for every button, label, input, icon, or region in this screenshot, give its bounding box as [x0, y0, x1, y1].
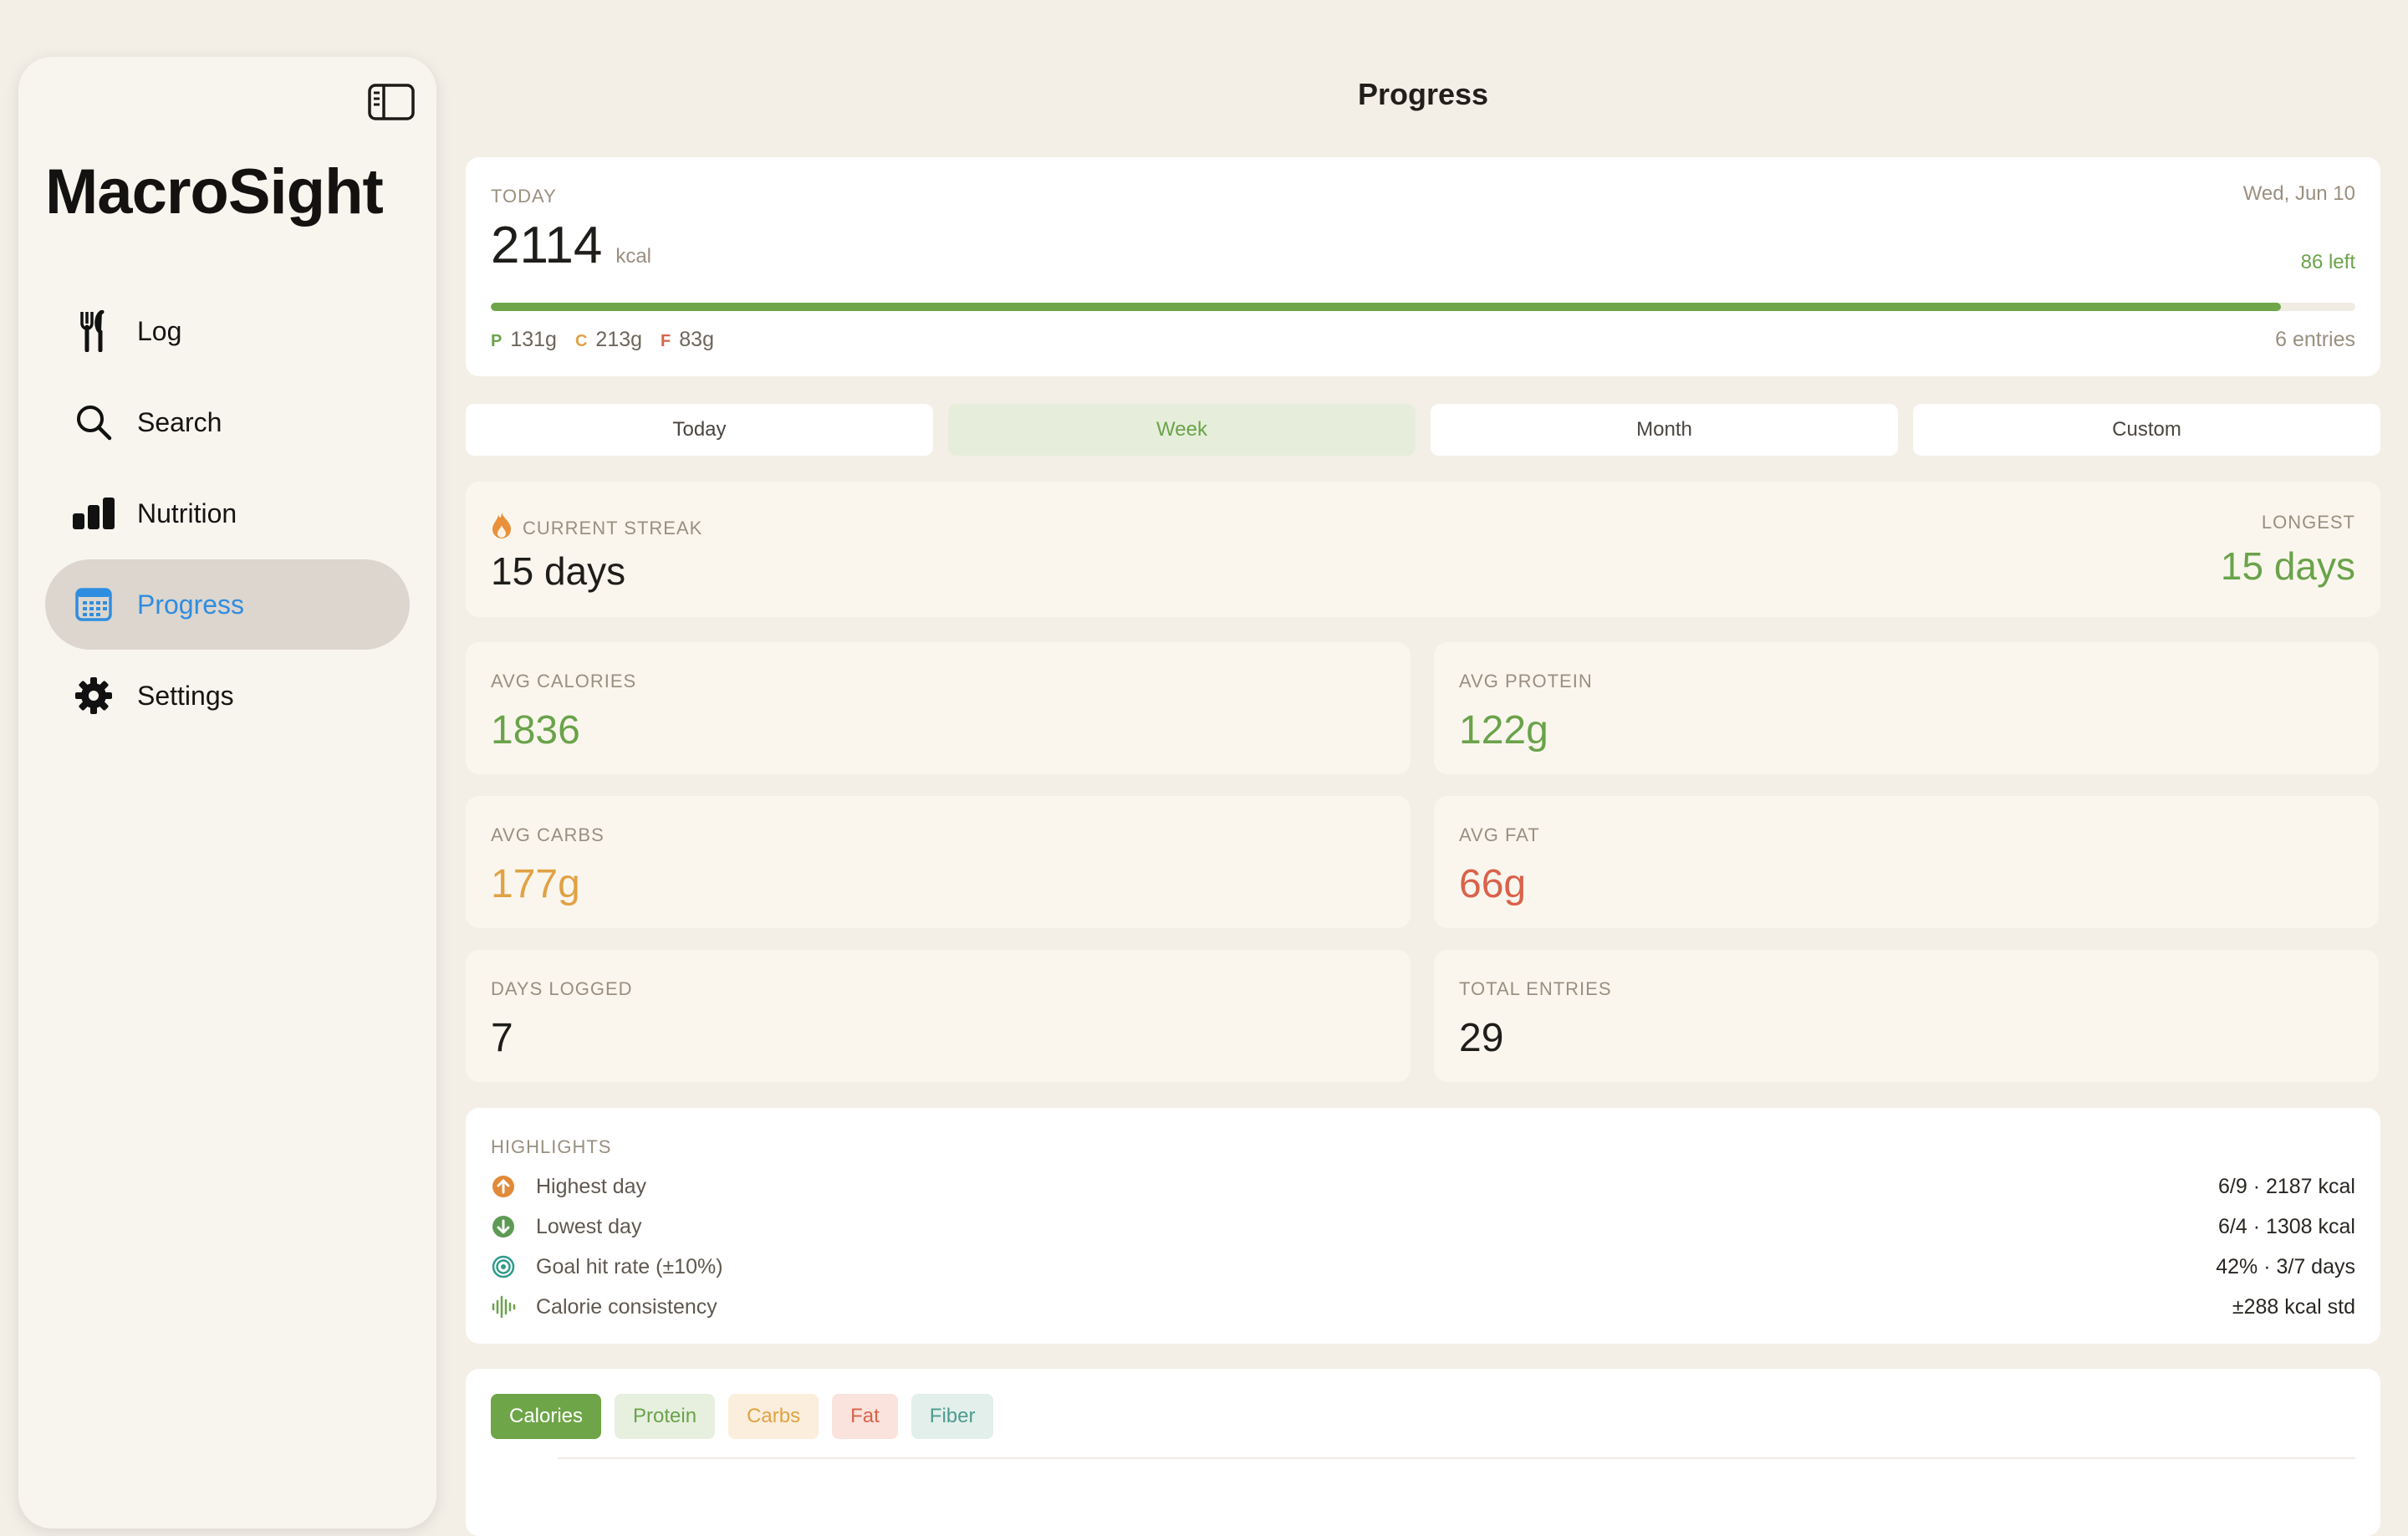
pill-calories[interactable]: Calories	[491, 1394, 602, 1439]
sidebar-item-log[interactable]: Log	[45, 286, 410, 376]
tab-month[interactable]: Month	[1431, 404, 1898, 456]
highlight-value: 42% · 3/7 days	[2216, 1254, 2355, 1278]
arrow-up-circle-icon	[491, 1174, 516, 1199]
waveform-icon	[491, 1294, 516, 1319]
stat-value: 1836	[491, 708, 580, 753]
longest-streak-label: LONGEST	[2261, 512, 2355, 533]
gear-icon	[72, 674, 115, 717]
stat-card-avg-calories: AVG CALORIES 1836	[466, 642, 1411, 774]
pill-fat[interactable]: Fat	[832, 1394, 898, 1439]
fork-knife-icon	[72, 309, 115, 353]
highlight-value: ±288 kcal std	[2232, 1294, 2355, 1319]
today-label: TODAY	[491, 186, 557, 207]
highlight-row-lowest-day: Lowest day 6/4 · 1308 kcal	[491, 1210, 2355, 1243]
today-calories-value: 2114	[491, 217, 603, 274]
pill-carbs[interactable]: Carbs	[728, 1394, 819, 1439]
macro-carbs-letter: C	[574, 332, 588, 350]
stat-card-avg-protein: AVG PROTEIN 122g	[1434, 642, 2379, 774]
today-remaining: 86 left	[2300, 251, 2355, 273]
today-macros: P 131g C 213g F 83g	[491, 328, 732, 352]
stat-value: 29	[1459, 1016, 1504, 1060]
chart-bar-icon	[72, 492, 115, 535]
sidebar: MacroSight Log Search Nutrition Progress…	[18, 57, 436, 1528]
sidebar-item-progress[interactable]: Progress	[45, 559, 410, 650]
chart-gridline	[558, 1457, 2355, 1459]
macro-carbs: C 213g	[575, 328, 642, 352]
trend-chart-card: Calories Protein Carbs Fat Fiber	[466, 1369, 2380, 1536]
highlight-value: 6/9 · 2187 kcal	[2218, 1174, 2355, 1198]
today-calories-unit: kcal	[615, 245, 652, 268]
range-segmented-control: Today Week Month Custom	[466, 404, 2380, 456]
search-icon	[72, 401, 115, 444]
stat-card-total-entries: TOTAL ENTRIES 29	[1434, 950, 2379, 1082]
app-title: MacroSight	[45, 156, 384, 227]
stat-card-avg-fat: AVG FAT 66g	[1434, 796, 2379, 928]
macro-fat: F 83g	[661, 328, 714, 352]
highlight-label: Highest day	[536, 1174, 647, 1198]
tab-week[interactable]: Week	[948, 404, 1416, 456]
stat-label: AVG CALORIES	[491, 671, 637, 691]
highlight-row-highest-day: Highest day 6/9 · 2187 kcal	[491, 1170, 2355, 1203]
sidebar-item-settings[interactable]: Settings	[45, 651, 410, 741]
sidebar-nav: Log Search Nutrition Progress Settings	[45, 286, 410, 742]
today-date: Wed, Jun 10	[2242, 182, 2355, 205]
macro-protein: P 131g	[491, 328, 557, 352]
stat-label: DAYS LOGGED	[491, 978, 633, 999]
stat-card-days-logged: DAYS LOGGED 7	[466, 950, 1411, 1082]
macro-protein-value: 131g	[510, 328, 557, 351]
pill-fiber[interactable]: Fiber	[911, 1394, 994, 1439]
calorie-progress-fill	[491, 303, 2281, 311]
highlight-label: Lowest day	[536, 1214, 642, 1238]
sidebar-item-label: Nutrition	[137, 498, 237, 528]
macro-carbs-value: 213g	[595, 328, 643, 351]
tab-today[interactable]: Today	[466, 404, 933, 456]
main-content: Progress TODAY Wed, Jun 10 2114 kcal 86 …	[466, 0, 2380, 1536]
sidebar-item-label: Log	[137, 315, 182, 346]
sidebar-toggle-button[interactable]	[360, 77, 423, 130]
sidebar-toggle-icon	[368, 83, 415, 125]
stat-card-avg-carbs: AVG CARBS 177g	[466, 796, 1411, 928]
macro-fat-value: 83g	[679, 328, 714, 351]
sidebar-item-search[interactable]: Search	[45, 377, 410, 467]
stat-value: 66g	[1459, 862, 1527, 906]
stat-label: AVG FAT	[1459, 824, 1540, 845]
stat-label: TOTAL ENTRIES	[1459, 978, 1612, 999]
target-icon	[491, 1254, 516, 1279]
current-streak-header: CURRENT STREAK	[491, 512, 702, 544]
sidebar-item-nutrition[interactable]: Nutrition	[45, 468, 410, 559]
highlight-label: Calorie consistency	[536, 1294, 717, 1319]
sidebar-item-label: Search	[137, 406, 222, 437]
stat-label: AVG PROTEIN	[1459, 671, 1593, 691]
highlights-card: HIGHLIGHTS Highest day 6/9 · 2187 kcal L…	[466, 1108, 2380, 1344]
tab-custom[interactable]: Custom	[1913, 404, 2380, 456]
arrow-down-circle-icon	[491, 1214, 516, 1239]
macro-protein-letter: P	[491, 332, 503, 350]
stat-value: 7	[491, 1016, 513, 1060]
highlight-row-goal-hit-rate: Goal hit rate (±10%) 42% · 3/7 days	[491, 1250, 2355, 1283]
stat-value: 122g	[1459, 708, 1548, 753]
current-streak-label: CURRENT STREAK	[523, 517, 703, 538]
sidebar-item-label: Progress	[137, 589, 245, 620]
flame-icon	[491, 512, 513, 544]
longest-streak-value: 15 days	[2220, 544, 2355, 588]
page-title: Progress	[1357, 77, 1489, 111]
calendar-icon	[72, 583, 115, 626]
current-streak-value: 15 days	[491, 549, 626, 593]
today-summary-card: TODAY Wed, Jun 10 2114 kcal 86 left P 13…	[466, 157, 2380, 376]
highlights-title: HIGHLIGHTS	[491, 1136, 612, 1157]
today-calories: 2114 kcal	[491, 216, 651, 275]
pill-protein[interactable]: Protein	[615, 1394, 716, 1439]
highlight-row-calorie-consistency: Calorie consistency ±288 kcal std	[491, 1290, 2355, 1324]
metric-pill-selector: Calories Protein Carbs Fat Fiber	[491, 1394, 994, 1439]
macro-fat-letter: F	[661, 332, 671, 350]
highlight-value: 6/4 · 1308 kcal	[2218, 1214, 2355, 1238]
stat-value: 177g	[491, 862, 580, 906]
stat-label: AVG CARBS	[491, 824, 605, 845]
today-entries-count: 6 entries	[2275, 328, 2355, 351]
highlight-label: Goal hit rate (±10%)	[536, 1254, 723, 1278]
calorie-progress-bar	[491, 303, 2355, 311]
sidebar-item-label: Settings	[137, 680, 234, 711]
streak-card: CURRENT STREAK 15 days LONGEST 15 days	[466, 482, 2380, 617]
